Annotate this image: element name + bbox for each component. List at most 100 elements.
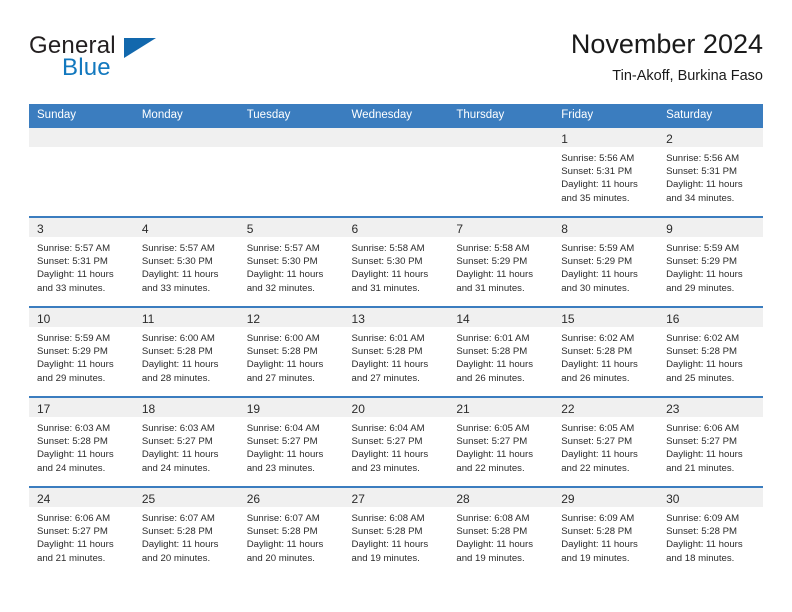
day-detail-block: Sunrise: 6:05 AM Sunset: 5:27 PM Daylight:… [448, 417, 553, 475]
calendar-day-cell[interactable]: 3 Sunrise: 5:57 AM Sunset: 5:31 PM Daylight… [29, 216, 134, 307]
daylight-text: Daylight: 11 hours [561, 449, 638, 461]
calendar-day-cell[interactable]: 7 Sunrise: 5:58 AM Sunset: 5:29 PM Daylight… [448, 216, 554, 307]
sunset-text: Sunset: 5:27 PM [561, 436, 633, 448]
calendar-day-cell[interactable]: 4 Sunrise: 5:57 AM Sunset: 5:30 PM Daylight… [133, 216, 239, 307]
calendar-header-row: Sunday Monday Tuesday Wednesday Thursday Frid… [29, 104, 763, 127]
day-detail-block [29, 147, 134, 152]
calendar-day-cell[interactable]: 17 Sunrise: 6:03 AM Sunset: 5:28 PM Dayligh… [29, 396, 134, 487]
calendar-day-cell[interactable]: 12 Sunrise: 6:00 AM Sunset: 5:28 PM Dayligh… [238, 306, 344, 397]
daylight-text: Daylight: 11 hours [351, 539, 429, 551]
sunset-text: Sunset: 5:29 PM [561, 256, 633, 268]
day-number: 24 [37, 492, 51, 506]
sunset-text: Sunset: 5:27 PM [37, 526, 108, 538]
day-number: 10 [37, 312, 51, 326]
calendar-day-cell[interactable]: 30 Sunrise: 6:09 AM Sunset: 5:28 PM Dayligh… [658, 486, 763, 576]
calendar-day-cell[interactable]: 20 Sunrise: 6:04 AM Sunset: 5:27 PM Dayligh… [343, 396, 449, 487]
day-detail-block: Sunrise: 6:09 AM Sunset: 5:28 PM Daylight:… [658, 507, 763, 565]
calendar-page: General Blue November 2024 Tin-Akoff, Bu… [0, 0, 792, 612]
daylight-text: Daylight: 11 hours [666, 179, 743, 191]
calendar-day-cell[interactable]: 27 Sunrise: 6:08 AM Sunset: 5:28 PM Dayligh… [343, 486, 449, 576]
calendar-day-cell[interactable]: 1 Sunrise: 5:56 AM Sunset: 5:31 PM Daylight… [553, 126, 659, 217]
day-number-band: 9 [658, 218, 763, 237]
day-number-band [29, 128, 134, 147]
calendar-day-cell[interactable]: 18 Sunrise: 6:03 AM Sunset: 5:27 PM Dayligh… [133, 396, 239, 487]
calendar-day-cell[interactable]: 22 Sunrise: 6:05 AM Sunset: 5:27 PM Dayligh… [553, 396, 659, 487]
day-number-band: 27 [343, 488, 449, 507]
calendar-day-cell[interactable]: 14 Sunrise: 6:01 AM Sunset: 5:28 PM Dayligh… [448, 306, 554, 397]
daylight-text: Daylight: 11 hours [246, 449, 324, 461]
day-number: 29 [561, 492, 575, 506]
calendar-day-cell[interactable]: 6 Sunrise: 5:58 AM Sunset: 5:30 PM Daylight… [343, 216, 449, 307]
day-number-band: 2 [658, 128, 763, 147]
calendar-day-cell[interactable]: 9 Sunrise: 5:59 AM Sunset: 5:29 PM Daylight… [658, 216, 763, 307]
day-number-band: 12 [238, 308, 344, 327]
sunrise-text: Sunrise: 5:57 AM [141, 243, 215, 254]
day-number-band [238, 128, 344, 147]
day-number-band: 3 [29, 218, 134, 237]
calendar-day-cell[interactable]: 16 Sunrise: 6:02 AM Sunset: 5:28 PM Dayligh… [658, 306, 763, 397]
day-number-band: 23 [658, 398, 763, 417]
calendar-day-cell[interactable]: 19 Sunrise: 6:04 AM Sunset: 5:27 PM Dayligh… [238, 396, 344, 487]
day-detail-block [344, 147, 449, 152]
daylight-text: Daylight: 11 hours [561, 539, 638, 551]
daylight-text: Daylight: 11 hours [141, 359, 219, 371]
calendar-day-cell[interactable]: 23 Sunrise: 6:06 AM Sunset: 5:27 PM Dayligh… [658, 396, 763, 487]
day-detail-block: Sunrise: 6:06 AM Sunset: 5:27 PM Daylight:… [29, 507, 134, 565]
calendar-day-cell[interactable]: 11 Sunrise: 6:00 AM Sunset: 5:28 PM Dayligh… [133, 306, 239, 397]
calendar-day-cell[interactable]: 21 Sunrise: 6:05 AM Sunset: 5:27 PM Dayligh… [448, 396, 554, 487]
day-number-band: 21 [448, 398, 554, 417]
day-number: 17 [37, 402, 51, 416]
weekday-header-monday: Monday [133, 104, 239, 127]
sunrise-text: Sunrise: 5:56 AM [561, 153, 635, 164]
calendar-day-cell[interactable]: 5 Sunrise: 5:57 AM Sunset: 5:30 PM Daylight… [238, 216, 344, 307]
general-blue-logo[interactable]: General Blue [29, 32, 179, 88]
page-header: General Blue November 2024 Tin-Akoff, Bu… [29, 28, 763, 94]
daylight-text: Daylight: 11 hours [561, 179, 638, 191]
day-number: 1 [561, 132, 568, 146]
calendar-day-cell[interactable]: 24 Sunrise: 6:06 AM Sunset: 5:27 PM Dayligh… [29, 486, 134, 576]
calendar-day-cell[interactable]: 2 Sunrise: 5:56 AM Sunset: 5:31 PM Daylight… [658, 126, 763, 217]
sunset-text: Sunset: 5:31 PM [37, 256, 108, 268]
sunrise-text: Sunrise: 6:07 AM [246, 513, 320, 524]
calendar-cell-empty [343, 126, 449, 217]
day-number-band: 20 [343, 398, 449, 417]
sunset-text: Sunset: 5:30 PM [141, 256, 213, 268]
sunset-text: Sunset: 5:29 PM [666, 256, 737, 268]
day-detail-block: Sunrise: 6:00 AM Sunset: 5:28 PM Daylight:… [239, 327, 344, 385]
page-title: November 2024 [570, 29, 763, 59]
calendar-week-row: 3 Sunrise: 5:57 AM Sunset: 5:31 PM Daylight… [29, 216, 763, 307]
daylight-text: Daylight: 11 hours [37, 449, 114, 461]
calendar-day-cell[interactable]: 26 Sunrise: 6:07 AM Sunset: 5:28 PM Dayligh… [238, 486, 344, 576]
sunset-text: Sunset: 5:31 PM [666, 166, 737, 178]
day-number-band: 11 [133, 308, 239, 327]
daylight-text-cont: and 20 minutes. [246, 552, 315, 564]
daylight-text: Daylight: 11 hours [351, 269, 429, 281]
day-number-band: 1 [553, 128, 659, 147]
daylight-text-cont: and 25 minutes. [666, 372, 735, 384]
sunrise-text: Sunrise: 5:58 AM [456, 243, 530, 254]
daylight-text: Daylight: 11 hours [456, 359, 533, 371]
day-number-band: 18 [133, 398, 239, 417]
daylight-text-cont: and 26 minutes. [561, 372, 630, 384]
sunrise-text: Sunrise: 6:06 AM [37, 513, 111, 524]
calendar-day-cell[interactable]: 13 Sunrise: 6:01 AM Sunset: 5:28 PM Dayligh… [343, 306, 449, 397]
calendar-day-cell[interactable]: 28 Sunrise: 6:08 AM Sunset: 5:28 PM Dayligh… [448, 486, 554, 576]
daylight-text: Daylight: 11 hours [141, 449, 219, 461]
weekday-header-friday: Friday [553, 104, 659, 127]
day-number: 20 [351, 402, 365, 416]
day-number-band: 17 [29, 398, 134, 417]
sunset-text: Sunset: 5:27 PM [141, 436, 213, 448]
daylight-text-cont: and 23 minutes. [351, 462, 420, 474]
calendar-day-cell[interactable]: 15 Sunrise: 6:02 AM Sunset: 5:28 PM Dayligh… [553, 306, 659, 397]
sunset-text: Sunset: 5:27 PM [246, 436, 318, 448]
day-number-band [343, 128, 449, 147]
daylight-text: Daylight: 11 hours [666, 449, 743, 461]
calendar-week-row: 1 Sunrise: 5:56 AM Sunset: 5:31 PM Daylight… [29, 126, 763, 217]
sunrise-text: Sunrise: 5:58 AM [351, 243, 425, 254]
calendar-day-cell[interactable]: 10 Sunrise: 5:59 AM Sunset: 5:29 PM Dayligh… [29, 306, 134, 397]
daylight-text-cont: and 33 minutes. [141, 282, 211, 294]
calendar-day-cell[interactable]: 29 Sunrise: 6:09 AM Sunset: 5:28 PM Dayligh… [553, 486, 659, 576]
calendar-day-cell[interactable]: 8 Sunrise: 5:59 AM Sunset: 5:29 PM Daylight… [553, 216, 659, 307]
daylight-text-cont: and 30 minutes. [561, 282, 630, 294]
calendar-day-cell[interactable]: 25 Sunrise: 6:07 AM Sunset: 5:28 PM Dayligh… [133, 486, 239, 576]
